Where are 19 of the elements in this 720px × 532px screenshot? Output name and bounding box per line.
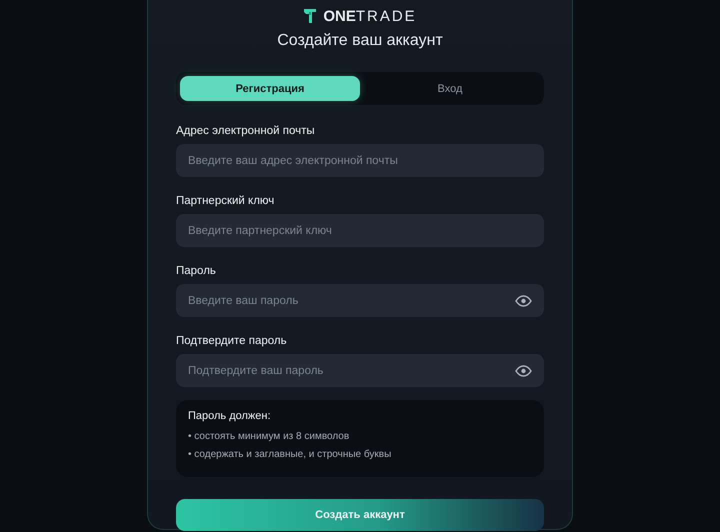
input-field[interactable]: Подтвердите ваш пароль — [176, 354, 544, 387]
field-label: Пароль — [176, 265, 217, 277]
input-field[interactable]: Введите партнерский ключ — [176, 214, 544, 247]
rule-item: • содержать и заглавные, и строчные буквы — [188, 449, 392, 460]
field-label: Партнерский ключ — [176, 195, 276, 207]
field-label: Подтвердите пароль — [176, 335, 288, 347]
create-account-button[interactable]: Создать аккаунт — [176, 499, 544, 531]
tab[interactable]: Регистрация — [180, 76, 360, 101]
rules-title: Пароль должен: — [188, 410, 272, 422]
rule-item: • состоять минимум из 8 символов — [188, 431, 350, 442]
logo-text: ONETRADE — [323, 8, 417, 24]
input-field[interactable]: Введите ваш адрес электронной почты — [176, 144, 544, 177]
field-label: Адрес электронной почты — [176, 125, 316, 137]
input-field[interactable]: Введите ваш пароль — [176, 284, 544, 317]
page-title: Создайте ваш аккаунт — [276, 32, 444, 50]
eye-icon[interactable] — [515, 294, 532, 306]
tab[interactable]: Вход — [360, 76, 540, 101]
eye-icon[interactable] — [515, 364, 532, 376]
logo-icon — [303, 8, 318, 24]
